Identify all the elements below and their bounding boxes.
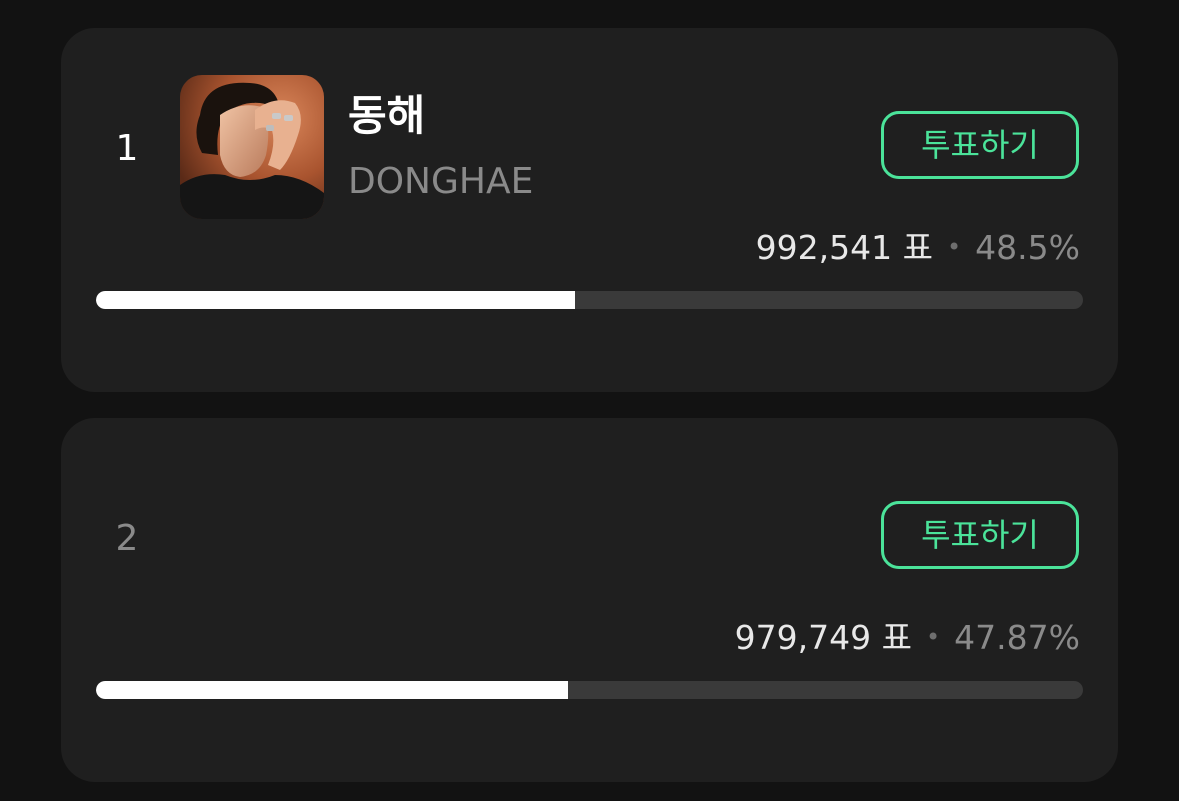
- rank-number: 2: [115, 518, 139, 559]
- progress-bar: [96, 681, 1083, 699]
- separator-dot: •: [947, 233, 962, 261]
- candidate-card-1: 1 동해 DONGHAE 투표하기 992,541 표 • 48.5%: [61, 28, 1118, 392]
- vote-count: 992,541 표: [755, 228, 933, 267]
- vote-button[interactable]: 투표하기: [881, 111, 1079, 179]
- vote-stats: 992,541 표 • 48.5%: [756, 226, 1080, 269]
- candidate-name-en: DONGHAE: [348, 161, 534, 202]
- candidate-card-2: 2 투표하기 979,749 표 • 47.87%: [61, 418, 1118, 782]
- vote-percentage: 48.5%: [975, 228, 1080, 267]
- rank-number: 1: [115, 128, 139, 169]
- candidate-photo: [180, 75, 324, 219]
- candidate-name: 동해: [348, 91, 426, 140]
- vote-percentage: 47.87%: [954, 618, 1080, 657]
- progress-bar-fill: [96, 291, 575, 309]
- progress-bar: [96, 291, 1083, 309]
- separator-dot: •: [926, 623, 941, 651]
- vote-button[interactable]: 투표하기: [881, 501, 1079, 569]
- progress-bar-fill: [96, 681, 569, 699]
- vote-count: 979,749 표: [734, 618, 912, 657]
- vote-stats: 979,749 표 • 47.87%: [735, 616, 1080, 659]
- photo-image: [180, 75, 324, 219]
